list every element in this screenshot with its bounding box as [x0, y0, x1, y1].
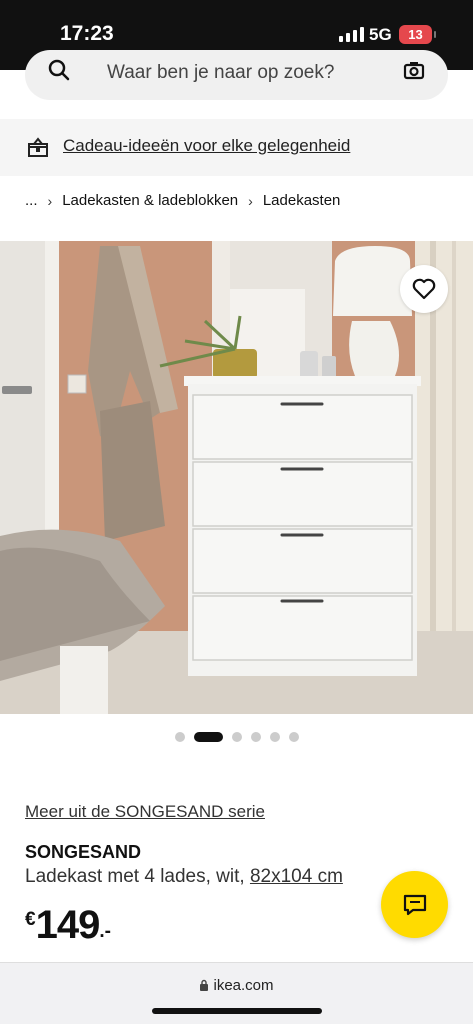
search-placeholder: Waar ben je naar op zoek?	[107, 62, 335, 83]
product-description-text: Ladekast met 4 lades, wit,	[25, 866, 245, 887]
carousel-dot[interactable]	[250, 732, 261, 742]
battery-cap	[434, 31, 436, 38]
signal-icon	[339, 26, 364, 42]
carousel-dot-active[interactable]	[193, 732, 223, 742]
gift-banner[interactable]: Cadeau-ideeën voor elke gelegenheid	[0, 119, 473, 176]
url-display[interactable]: ikea.com	[0, 977, 473, 994]
carousel-dot[interactable]	[269, 732, 280, 742]
carousel-dot[interactable]	[231, 732, 242, 742]
product-name: SONGESAND	[25, 842, 142, 862]
url-text: ikea.com	[213, 977, 274, 994]
breadcrumb-item[interactable]: Ladekasten & ladeblokken	[62, 192, 238, 209]
favorite-button[interactable]	[400, 265, 448, 313]
product-description: Ladekast met 4 lades, wit, 82x104 cm	[25, 866, 343, 888]
product-image[interactable]	[0, 241, 473, 714]
carousel-indicator[interactable]	[0, 732, 473, 742]
price-suffix: .-	[99, 921, 111, 942]
camera-icon[interactable]	[402, 58, 426, 82]
chat-button[interactable]	[381, 871, 448, 938]
product-price: € 149 .-	[25, 903, 111, 948]
chevron-right-icon: ›	[248, 192, 253, 209]
network-label: 5G	[369, 25, 392, 44]
browser-url-bar[interactable]: ikea.com	[0, 962, 473, 1024]
lock-icon	[200, 979, 209, 991]
series-link[interactable]: Meer uit de SONGESAND serie	[25, 802, 265, 822]
search-icon	[48, 59, 70, 81]
breadcrumb-ellipsis[interactable]: ...	[25, 192, 38, 209]
gift-banner-link[interactable]: Cadeau-ideeën voor elke gelegenheid	[63, 136, 350, 156]
heart-icon	[412, 278, 436, 300]
breadcrumb-item[interactable]: Ladekasten	[263, 192, 341, 209]
product-photo	[0, 241, 473, 714]
chat-icon	[403, 894, 426, 915]
home-indicator[interactable]	[152, 1008, 322, 1014]
gift-icon	[28, 137, 48, 157]
carousel-dot[interactable]	[174, 732, 185, 742]
price-amount: 149	[35, 903, 101, 947]
chevron-right-icon: ›	[47, 192, 53, 209]
product-size-link[interactable]: 82x104 cm	[250, 866, 343, 887]
price-currency: €	[25, 909, 36, 930]
battery-icon: 13	[399, 25, 432, 44]
search-input[interactable]: Waar ben je naar op zoek?	[25, 50, 448, 100]
breadcrumb: ... › Ladekasten & ladeblokken › Ladekas…	[25, 192, 340, 209]
carousel-dot[interactable]	[288, 732, 299, 742]
status-time: 17:23	[60, 22, 114, 45]
